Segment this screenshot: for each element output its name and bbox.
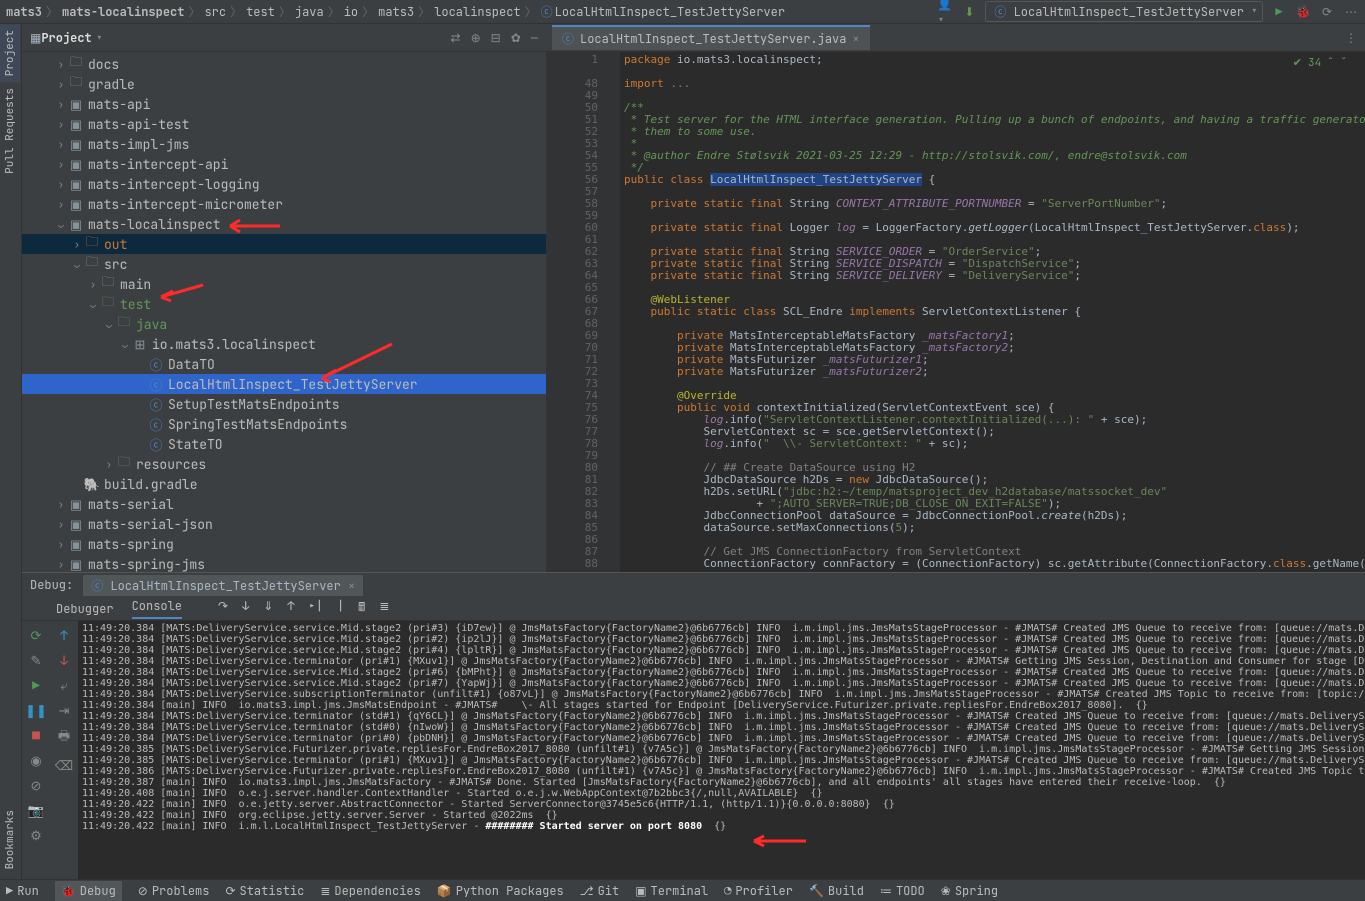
- project-panel: ▦ Project ▾ ⇄ ⊕ ⊟ ✿ — ›🗀docs›🗀gradle›▣ma…: [22, 24, 546, 572]
- bookmarks-tool[interactable]: Bookmarks: [0, 804, 20, 875]
- tree-item[interactable]: ›🗀gradle: [22, 74, 546, 94]
- tree-item[interactable]: ›🗀resources: [22, 454, 546, 474]
- collapse-all-icon[interactable]: ⊟: [491, 30, 501, 46]
- tree-item[interactable]: ⓒSpringTestMatsEndpoints: [22, 414, 546, 434]
- tree-item[interactable]: ⌄🗀src: [22, 254, 546, 274]
- debug-panel: Debug: ⓒ LocalHtmlInspect_TestJettyServe…: [22, 572, 1365, 879]
- print-icon[interactable]: 🖶: [58, 727, 70, 749]
- down-icon[interactable]: ↓: [60, 652, 68, 669]
- tree-item[interactable]: ›▣mats-impl-jms: [22, 134, 546, 154]
- inspection-widget[interactable]: ✔34 ˆ ˇ: [1293, 56, 1347, 70]
- tree-item[interactable]: ⓒSetupTestMatsEndpoints: [22, 394, 546, 414]
- scroll-end-icon[interactable]: ⇥: [59, 702, 70, 719]
- debug-session-tab[interactable]: ⓒ LocalHtmlInspect_TestJettyServer ×: [83, 575, 363, 596]
- tree-item[interactable]: ›▣mats-intercept-api: [22, 154, 546, 174]
- spring-tab[interactable]: ❀ Spring: [941, 883, 998, 899]
- project-title: Project: [41, 30, 91, 46]
- run-tab[interactable]: ▶ Run: [6, 883, 39, 899]
- run-config-select[interactable]: ⓒ LocalHtmlInspect_TestJettyServer: [985, 1, 1263, 22]
- project-tree[interactable]: ›🗀docs›🗀gradle›▣mats-api›▣mats-api-test›…: [22, 52, 546, 572]
- editor-area: ⓒ LocalHtmlInspect_TestJettyServer.java …: [546, 24, 1365, 572]
- more-icon[interactable]: ⋯: [1343, 4, 1359, 20]
- terminal-tab[interactable]: ▣ Terminal: [635, 883, 708, 899]
- step-into-icon[interactable]: ↓: [242, 598, 249, 619]
- breadcrumb-bar: mats3〉 mats-localinspect〉 src〉 test〉 jav…: [0, 0, 1365, 24]
- modify-icon[interactable]: ✎: [31, 652, 42, 669]
- rerun-icon[interactable]: ⟳: [31, 627, 42, 644]
- editor-more-icon[interactable]: ⋮: [1345, 30, 1365, 46]
- evaluate-icon[interactable]: 🖩: [358, 598, 365, 619]
- stop-icon[interactable]: ■: [32, 727, 40, 744]
- statistic-tab[interactable]: ⟳ Statistic: [225, 883, 304, 899]
- tree-item[interactable]: ›▣mats-spring: [22, 534, 546, 554]
- build-icon[interactable]: ⬇: [961, 4, 977, 20]
- trace-icon[interactable]: ≣: [379, 598, 389, 619]
- project-tool[interactable]: Project: [0, 24, 20, 82]
- console-tab[interactable]: Console: [132, 598, 182, 619]
- tree-item[interactable]: ⓒStateTO: [22, 434, 546, 454]
- pypkg-tab[interactable]: 📦 Python Packages: [437, 883, 564, 899]
- debug-icon[interactable]: 🐞: [1295, 4, 1311, 20]
- breadcrumb[interactable]: mats3〉 mats-localinspect〉 src〉 test〉 jav…: [6, 3, 785, 20]
- left-tool-strip: Project Pull Requests Bookmarks: [0, 24, 22, 879]
- tree-item[interactable]: ›▣mats-api-test: [22, 114, 546, 134]
- debug-side-controls: ⟳ ✎ ▶ ❚❚ ■ ◉ ⊘ 📷 ⚙: [22, 621, 50, 879]
- coverage-icon[interactable]: ⟳: [1319, 4, 1335, 20]
- tree-item[interactable]: ⓒLocalHtmlInspect_TestJettyServer: [22, 374, 546, 394]
- profiler-tab[interactable]: ◔ Profiler: [724, 883, 793, 899]
- editor-tab[interactable]: ⓒ LocalHtmlInspect_TestJettyServer.java …: [552, 25, 870, 50]
- editor-gutter[interactable]: 1484950515253545556575859606162636465666…: [546, 52, 604, 572]
- breakpoints-icon[interactable]: ◉: [30, 752, 41, 769]
- settings-icon[interactable]: ✿: [511, 30, 521, 46]
- tree-item[interactable]: ›▣mats-serial-json: [22, 514, 546, 534]
- editor-code[interactable]: package io.mats3.localinspect; import ..…: [620, 52, 1365, 572]
- bottom-toolbar: ▶ Run 🐞 Debug ⊘ Problems ⟳ Statistic ≣ D…: [0, 879, 1365, 901]
- debug-title: Debug:: [30, 577, 73, 593]
- step-out-icon[interactable]: ↑: [287, 598, 294, 619]
- tree-item[interactable]: ⓒDataTO: [22, 354, 546, 374]
- console-side-controls: ↑ ↓ ⤶ ⇥ 🖶 ⌫: [50, 621, 78, 879]
- pause-icon[interactable]: ❚❚: [25, 702, 47, 719]
- tree-item[interactable]: ⌄▣mats-localinspect: [22, 214, 546, 234]
- tree-item[interactable]: ›🗀main: [22, 274, 546, 294]
- close-tab-icon[interactable]: ×: [852, 31, 859, 47]
- settings2-icon[interactable]: ⚙: [30, 827, 42, 844]
- tree-item[interactable]: ›🗀out: [22, 234, 546, 254]
- tree-item[interactable]: ›🗀docs: [22, 54, 546, 74]
- console-output[interactable]: 11:49:20.384 [MATS:DeliveryService.servi…: [78, 621, 1365, 879]
- wrap-icon[interactable]: ⤶: [60, 677, 67, 694]
- tree-item[interactable]: ›▣mats-intercept-micrometer: [22, 194, 546, 214]
- force-step-icon[interactable]: ⇓: [263, 598, 273, 619]
- build-tab[interactable]: 🔨 Build: [809, 883, 864, 899]
- tree-item[interactable]: ›▣mats-serial: [22, 494, 546, 514]
- run-to-cursor-icon[interactable]: ▸|: [309, 598, 323, 619]
- tree-item[interactable]: ›▣mats-intercept-logging: [22, 174, 546, 194]
- user-icon[interactable]: 👤▾: [937, 4, 953, 20]
- pull-requests-tool[interactable]: Pull Requests: [0, 82, 20, 180]
- debugger-tab[interactable]: Debugger: [56, 601, 114, 617]
- tree-item[interactable]: ⌄🗀test: [22, 294, 546, 314]
- camera-icon[interactable]: 📷: [28, 802, 44, 819]
- mute-bp-icon[interactable]: ⊘: [31, 777, 42, 794]
- deps-tab[interactable]: ≣ Dependencies: [320, 883, 420, 899]
- git-tab[interactable]: ⎇ Git: [580, 883, 619, 899]
- todo-tab[interactable]: ≔ TODO: [880, 883, 925, 899]
- expand-all-icon[interactable]: ⊕: [471, 30, 481, 46]
- run-icon[interactable]: ▶: [1271, 4, 1287, 20]
- step-over-icon[interactable]: ↷: [218, 598, 228, 619]
- up-icon[interactable]: ↑: [60, 627, 68, 644]
- tree-item[interactable]: ›▣mats-spring-jms: [22, 554, 546, 572]
- tree-item[interactable]: ›▣mats-api: [22, 94, 546, 114]
- tree-item[interactable]: ⌄⊞io.mats3.localinspect: [22, 334, 546, 354]
- resume-icon[interactable]: ▶: [32, 677, 40, 694]
- debug-tab[interactable]: 🐞 Debug: [55, 881, 122, 901]
- hide-icon[interactable]: —: [531, 30, 538, 46]
- clear-icon[interactable]: ⌫: [55, 757, 73, 774]
- tree-item[interactable]: ⌄🗀java: [22, 314, 546, 334]
- tree-item[interactable]: 🐘build.gradle: [22, 474, 546, 494]
- select-opened-icon[interactable]: ⇄: [451, 30, 461, 46]
- problems-tab[interactable]: ⊘ Problems: [138, 883, 210, 899]
